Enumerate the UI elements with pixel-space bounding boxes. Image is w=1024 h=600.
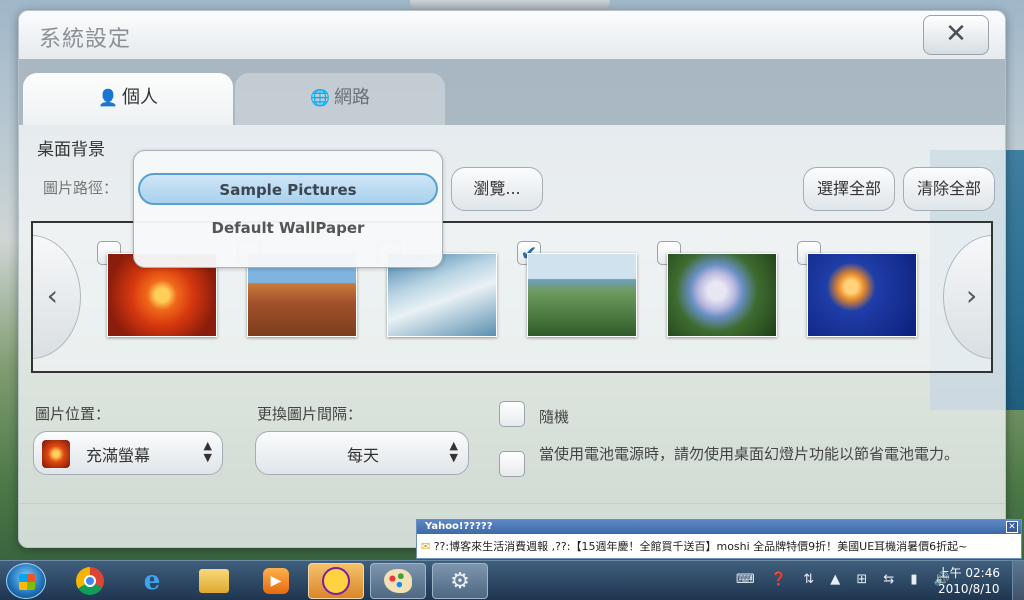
explorer-taskbar-icon[interactable] xyxy=(186,563,242,599)
show-desktop-button[interactable] xyxy=(1012,561,1024,600)
taskbar: e ▶ ⚙ ⌨ ❓ ⇅ ▲ ⊞ ⇆ ▮ 🔊 上午 02:46 2010/8/10 xyxy=(0,560,1024,600)
interval-value: 每天 xyxy=(346,446,379,465)
battery-checkbox[interactable] xyxy=(499,451,525,477)
random-label: 隨機 xyxy=(539,408,570,426)
media-player-taskbar-icon[interactable]: ▶ xyxy=(248,563,304,599)
yahoo-message-text: ??:博客來生活消費週報 ,??:【15週年慶！全館買千送百】moshi 全品牌… xyxy=(433,540,968,553)
select-arrows-icon: ▲ ▼ xyxy=(203,439,212,464)
yahoo-messenger-taskbar-icon[interactable] xyxy=(308,563,364,599)
thumbnail-hydrangeas[interactable] xyxy=(667,253,777,337)
personal-tab-content: 桌面背景 圖片路徑： Sample Pictures Default WallP… xyxy=(19,125,1005,547)
thumbnail-jellyfish[interactable] xyxy=(807,253,917,337)
chrome-taskbar-icon[interactable] xyxy=(62,563,118,599)
position-value: 充滿螢幕 xyxy=(86,446,151,465)
system-settings-dialog: 系統設定 ✕ 👤 個人 🌐 網路 桌面背景 圖片路徑： Sample Picture… xyxy=(18,10,1006,548)
clock-date: 2010/8/10 xyxy=(938,582,1000,596)
ie-taskbar-icon[interactable]: e xyxy=(124,563,180,599)
globe-icon: 🌐 xyxy=(310,88,330,107)
tab-personal-label: 個人 xyxy=(121,87,158,108)
tab-personal[interactable]: 👤 個人 xyxy=(23,73,233,125)
mail-icon: ✉ xyxy=(421,540,431,553)
interval-select[interactable]: 每天 ▲ ▼ xyxy=(255,431,469,475)
dropdown-option-default-wallpaper[interactable]: Default WallPaper xyxy=(138,213,438,245)
clear-all-button[interactable]: 清除全部 xyxy=(903,167,995,211)
tab-bar: 👤 個人 🌐 網路 xyxy=(19,59,1005,125)
person-icon: 👤 xyxy=(98,88,118,107)
thumbnail-coast[interactable] xyxy=(527,253,637,337)
position-preview-icon xyxy=(42,440,70,468)
system-tray: ⌨ ❓ ⇅ ▲ ⊞ ⇆ ▮ 🔊 上午 02:46 2010/8/10 xyxy=(734,561,1024,600)
dialog-title: 系統設定 xyxy=(39,27,132,52)
paint-taskbar-icon[interactable] xyxy=(370,563,426,599)
yahoo-close-icon[interactable]: ✕ xyxy=(1006,521,1018,533)
select-all-button[interactable]: 選擇全部 xyxy=(803,167,895,211)
gear-icon: ⚙ xyxy=(450,568,470,594)
path-dropdown-list[interactable]: Sample Pictures Default WallPaper xyxy=(133,150,443,268)
interval-label: 更換圖片間隔： xyxy=(257,405,363,423)
gallery-next-button[interactable]: › xyxy=(943,235,991,359)
path-label: 圖片路徑： xyxy=(43,179,119,197)
gallery-prev-button[interactable]: ‹ xyxy=(33,235,81,359)
section-title: 桌面背景 xyxy=(37,140,105,160)
windows-flag-icon xyxy=(19,574,35,590)
settings-taskbar-icon[interactable]: ⚙ xyxy=(432,563,488,599)
browse-button[interactable]: 瀏覽... xyxy=(451,167,543,211)
yahoo-notification-message[interactable]: ✉ ??:博客來生活消費週報 ,??:【15週年慶！全館買千送百】moshi 全… xyxy=(417,534,1021,554)
dropdown-option-sample-pictures[interactable]: Sample Pictures xyxy=(138,173,438,205)
clock-time: 上午 02:46 xyxy=(937,566,1000,580)
tray-icons[interactable]: ⌨ ❓ ⇅ ▲ ⊞ ⇆ ▮ 🔊 xyxy=(736,572,956,587)
random-checkbox[interactable] xyxy=(499,401,525,427)
tab-network-label: 網路 xyxy=(333,87,370,108)
dialog-titlebar: 系統設定 ✕ xyxy=(19,11,1005,59)
position-select[interactable]: 充滿螢幕 ▲ ▼ xyxy=(33,431,223,475)
yahoo-notification-header: Yahoo!????? xyxy=(417,520,1021,534)
position-label: 圖片位置： xyxy=(35,405,111,423)
select-arrows-icon: ▲ ▼ xyxy=(449,439,458,464)
start-button[interactable] xyxy=(6,563,46,599)
footer-divider xyxy=(19,503,1005,504)
yahoo-notification[interactable]: Yahoo!????? ✕ ✉ ??:博客來生活消費週報 ,??:【15週年慶！… xyxy=(416,519,1022,559)
tab-network[interactable]: 🌐 網路 xyxy=(235,73,445,125)
close-button[interactable]: ✕ xyxy=(923,15,989,55)
clock[interactable]: 上午 02:46 2010/8/10 xyxy=(938,565,1000,597)
battery-label: 當使用電池電源時，請勿使用桌面幻燈片功能以節省電池電力。 xyxy=(539,445,960,463)
